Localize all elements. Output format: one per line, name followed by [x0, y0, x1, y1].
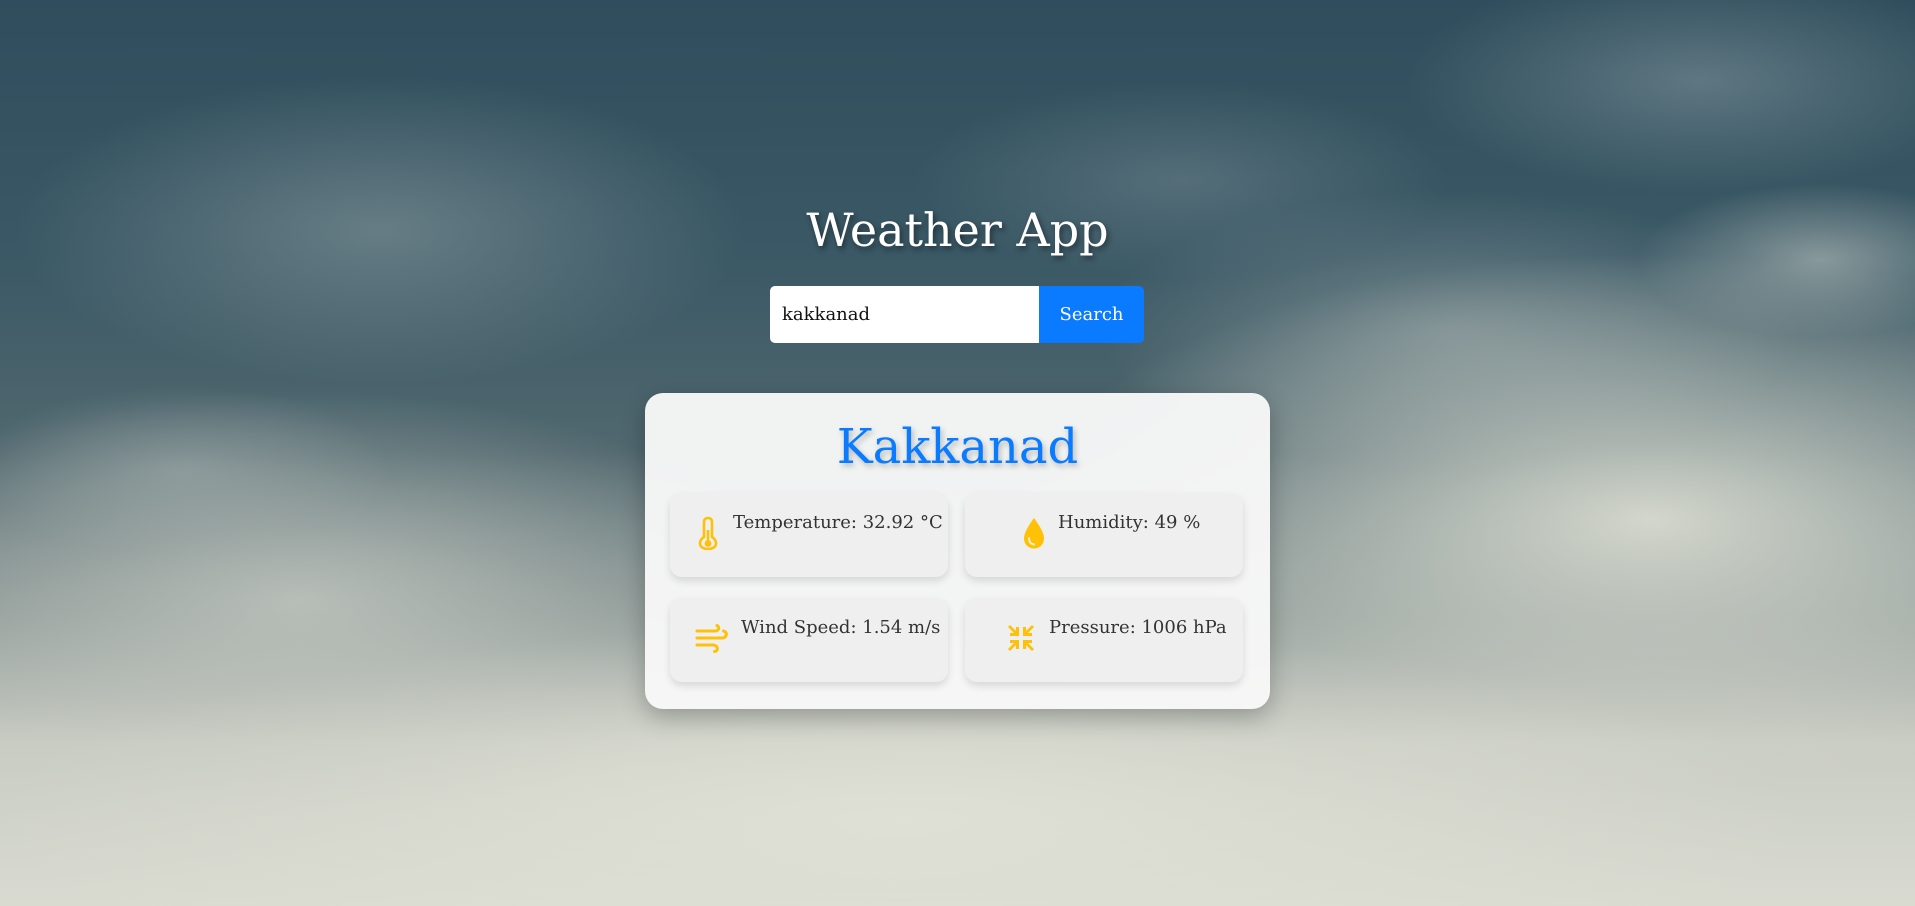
search-button[interactable]: Search [1039, 286, 1144, 343]
app-title: Weather App [806, 203, 1109, 257]
city-name: Kakkanad [836, 419, 1079, 475]
compress-arrows-icon [1003, 620, 1039, 656]
city-search-input[interactable] [770, 286, 1039, 343]
wind-tile: Wind Speed: 1.54 m/s [670, 598, 948, 682]
pressure-value: Pressure: 1006 hPa [1049, 617, 1227, 638]
temperature-value: Temperature: 32.92 °C [733, 512, 943, 533]
humidity-value: Humidity: 49 % [1058, 512, 1201, 533]
thermometer-icon [690, 515, 726, 551]
temperature-tile: Temperature: 32.92 °C [670, 493, 948, 577]
wind-icon [694, 620, 730, 656]
weather-app: Weather App Search Kakkanad Temperature:… [0, 0, 1915, 906]
wind-value: Wind Speed: 1.54 m/s [741, 617, 941, 638]
water-drop-icon [1016, 515, 1052, 551]
search-bar: Search [770, 286, 1144, 343]
weather-card: Kakkanad Temperature: 32.92 °C Humidity:… [645, 393, 1270, 709]
pressure-tile: Pressure: 1006 hPa [965, 598, 1243, 682]
humidity-tile: Humidity: 49 % [965, 493, 1243, 577]
